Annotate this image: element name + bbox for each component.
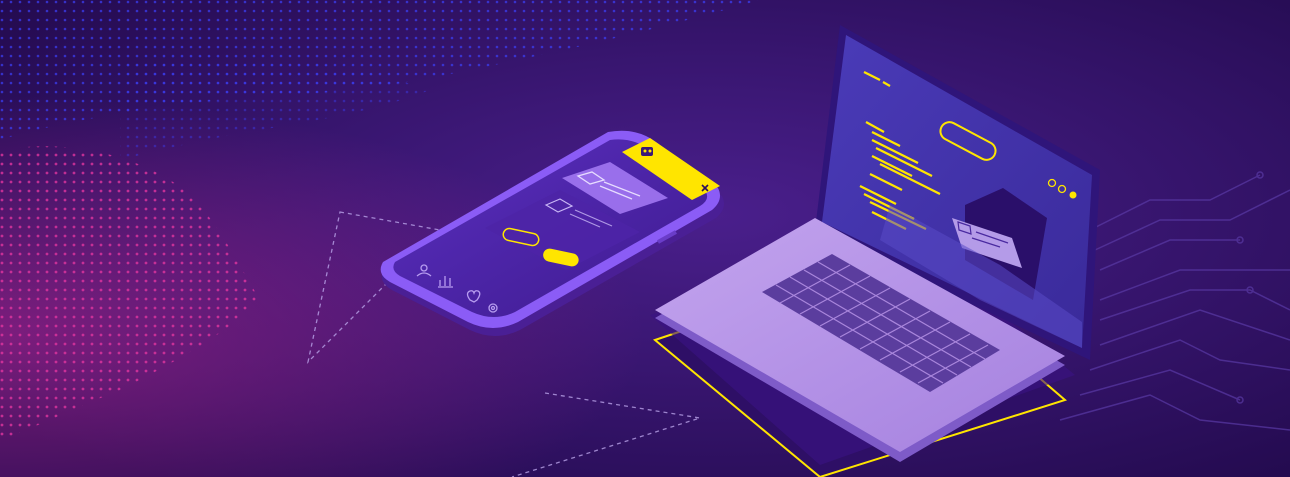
- circle-icon[interactable]: [1069, 191, 1077, 199]
- robot-icon: [641, 147, 653, 156]
- illustration-scene: [0, 0, 1290, 477]
- isometric-devices-illustration: [0, 0, 1290, 477]
